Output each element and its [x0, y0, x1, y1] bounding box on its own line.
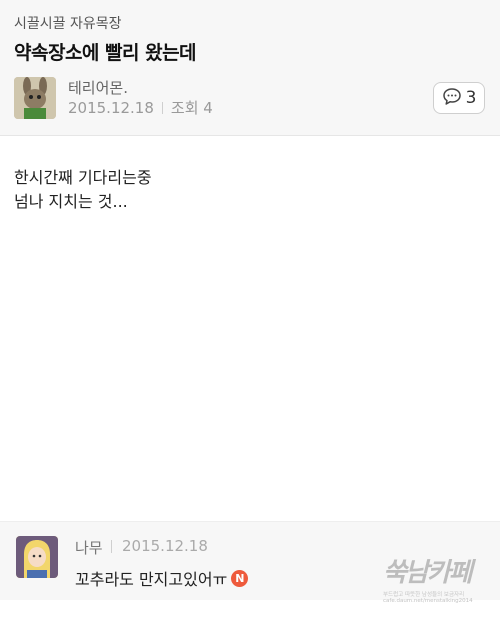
comment-body: 꼬추라도 만지고있어ㅠ: [75, 570, 228, 589]
cafe-watermark: 쑥남카페 부드럽고 따뜻한 남성들의 보금자리 cafe.daum.net/me…: [383, 552, 495, 610]
commenter-avatar[interactable]: [16, 536, 58, 578]
comment-meta-divider: [111, 540, 112, 553]
commenter-name[interactable]: 나무: [75, 537, 103, 558]
post-date: 2015.12.18: [68, 99, 154, 117]
speech-bubble-icon: [442, 87, 462, 110]
author-name[interactable]: 테리어몬.: [68, 77, 128, 98]
comment-count-button[interactable]: 3: [433, 82, 485, 114]
comment-count: 3: [465, 88, 477, 108]
post-meta: 2015.12.18 조회 4: [68, 97, 213, 118]
post-title: 약속장소에 빨리 왔는데: [14, 42, 197, 64]
board-name[interactable]: 시끌시끌 자유목장: [14, 13, 122, 33]
comment-date: 2015.12.18: [122, 537, 208, 555]
watermark-tagline: 부드럽고 따뜻한 남성들의 보금자리: [383, 592, 465, 598]
body-line: 한시간째 기다리는중: [14, 168, 152, 187]
view-count: 조회 4: [170, 99, 213, 117]
new-badge: N: [231, 569, 249, 587]
watermark-logo: 쑥남카페: [383, 558, 473, 588]
author-avatar[interactable]: [14, 77, 56, 119]
body-line: 넘나 지치는 것...: [14, 192, 128, 211]
watermark-url: cafe.daum.net/menstalking2014: [383, 598, 473, 604]
meta-divider: [161, 102, 163, 114]
comment-text: 꼬추라도 만지고있어ㅠ N: [75, 566, 249, 590]
post-body: 한시간째 기다리는중 넘나 지치는 것...: [14, 166, 152, 214]
